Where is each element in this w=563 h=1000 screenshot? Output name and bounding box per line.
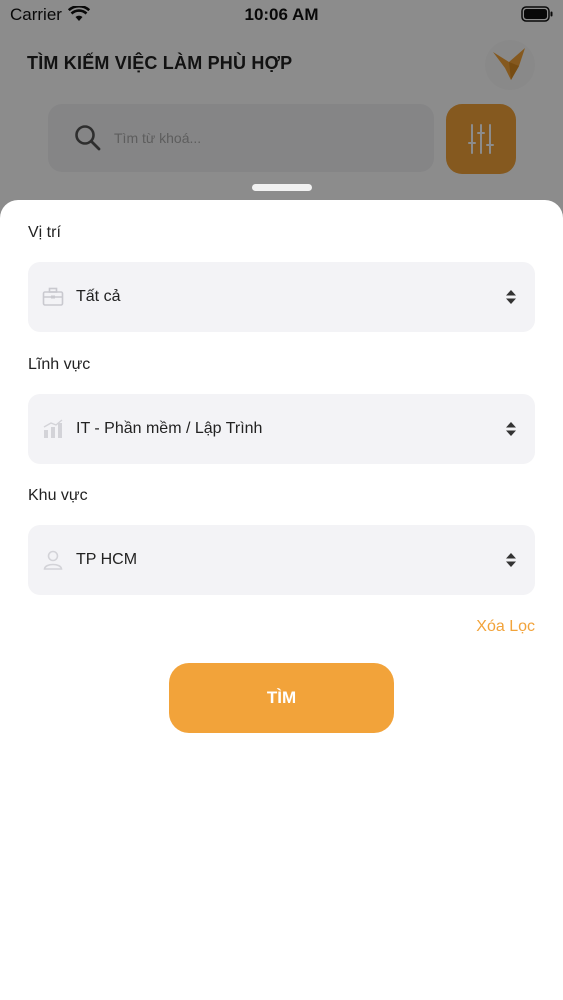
- area-value: TP HCM: [76, 551, 138, 568]
- user-icon: [43, 550, 63, 570]
- sheet-grabber[interactable]: [252, 184, 312, 191]
- field-value: IT - Phần mềm / Lập Trình: [76, 420, 263, 437]
- sort-arrows-icon: [506, 422, 516, 436]
- position-select[interactable]: Tất cả: [28, 262, 535, 332]
- field-select[interactable]: IT - Phần mềm / Lập Trình: [28, 394, 535, 464]
- briefcase-icon: [42, 287, 64, 306]
- search-submit-button[interactable]: TÌM: [169, 663, 394, 733]
- sort-arrows-icon: [506, 553, 516, 567]
- filter-sheet: Vị trí Tất cả Lĩnh vực IT - Phần mềm / L…: [0, 200, 563, 1000]
- field-label: Lĩnh vực: [28, 356, 91, 373]
- area-label: Khu vực: [28, 487, 88, 504]
- bar-chart-icon: [43, 419, 63, 438]
- sort-arrows-icon: [506, 290, 516, 304]
- position-label: Vị trí: [28, 224, 61, 241]
- clear-filter-link[interactable]: Xóa Lọc: [476, 618, 535, 636]
- position-value: Tất cả: [76, 288, 121, 305]
- area-select[interactable]: TP HCM: [28, 525, 535, 595]
